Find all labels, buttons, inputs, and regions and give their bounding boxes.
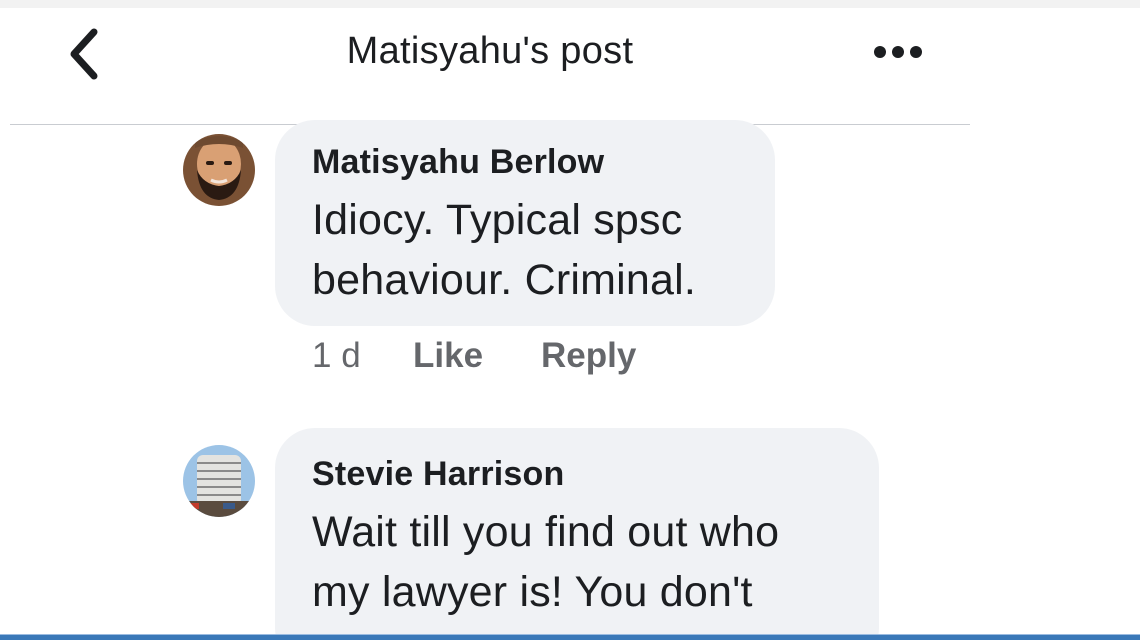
- post-comments-screen: Matisyahu's post Matisyahu Berlow Idiocy…: [0, 0, 1140, 640]
- more-options-button[interactable]: [868, 34, 928, 74]
- comment-bubble: Stevie Harrison Wait till you find out w…: [275, 428, 879, 640]
- comment-text-line: behaviour. Criminal.: [312, 256, 697, 304]
- comment-text-line: Wait till you find out who: [312, 508, 780, 556]
- page-title: Matisyahu's post: [346, 30, 634, 72]
- reply-button[interactable]: Reply: [541, 336, 636, 376]
- comment-author[interactable]: Matisyahu Berlow: [312, 143, 604, 182]
- more-horizontal-icon: [874, 46, 922, 58]
- avatar[interactable]: [183, 134, 255, 206]
- avatar-photo: [183, 134, 255, 206]
- comment-bubble: Matisyahu Berlow Idiocy. Typical spsc be…: [275, 120, 775, 326]
- comment-author[interactable]: Stevie Harrison: [312, 455, 564, 494]
- like-button[interactable]: Like: [413, 336, 483, 376]
- post-header: Matisyahu's post: [10, 8, 970, 125]
- taskbar: [0, 634, 1140, 640]
- avatar[interactable]: [183, 445, 255, 517]
- comment-timestamp[interactable]: 1 d: [312, 336, 361, 376]
- comment-text-line: my lawyer is! You don't: [312, 568, 753, 616]
- avatar-photo: [183, 445, 255, 517]
- comment-text-line: Idiocy. Typical spsc: [312, 196, 683, 244]
- top-edge: [0, 0, 1140, 8]
